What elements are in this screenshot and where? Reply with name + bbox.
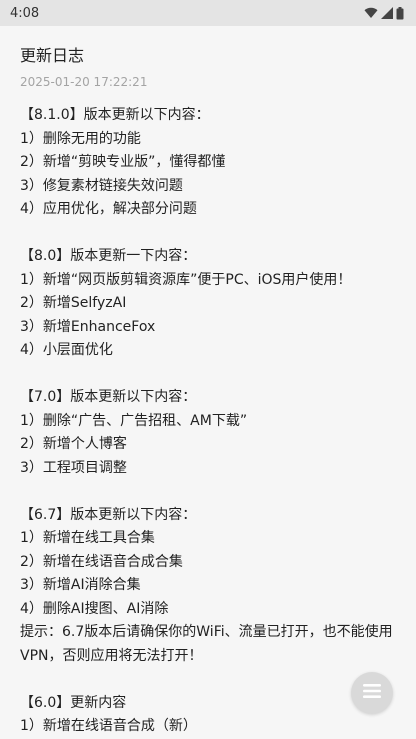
log-line: 【8.1.0】版本更新以下内容： [20,107,210,123]
menu-button[interactable] [351,672,393,714]
log-line: 【6.0】更新内容 [20,694,127,711]
battery-icon [396,6,404,20]
log-line: 【8.0】版本更新一下内容： [20,248,197,264]
log-line: 4）应用优化，解决部分问题 [20,201,197,217]
log-line: 1）删除“广告、广告招租、AM下载” [20,412,248,429]
page-title: 更新日志 [20,46,85,65]
log-line: 1）新增“网页版剪辑资源库”便于PC、iOS用户使用！ [20,271,352,288]
log-line: 2）新增SelfyzAI [20,295,127,311]
log-line: 1）新增在线语音合成（新） [20,718,197,734]
signal-icon [381,7,393,19]
log-line: 4）删除AI搜图、AI消除 [20,600,169,617]
log-line: 3）工程项目调整 [20,459,127,476]
log-line: 4）小层面优化 [20,342,113,358]
log-line: 2）新增个人博客 [20,436,127,452]
log-line: 【6.7】版本更新以下内容： [20,506,197,523]
log-line: 1）新增在线工具合集 [20,530,155,546]
log-line: 3）新增EnhanceFox [20,318,156,335]
status-bar: 4:08 [0,0,416,26]
update-date: 2025-01-20 17:22:21 [20,75,148,89]
log-line: 2）新增“剪映专业版”，懂得都懂 [20,154,226,170]
log-line: 3）新增AI消除合集 [20,577,141,593]
changelog-content: 更新日志 2025-01-20 17:22:21 【8.1.0】版本更新以下内容… [0,26,416,739]
log-line: 提示：6.7版本后请确保你的WiFi、流量已打开，也不能使用VPN，否则应用将无… [20,624,393,664]
wifi-icon [364,7,378,19]
changelog-list: 【8.1.0】版本更新以下内容： 1）删除无用的功能 2）新增“剪映专业版”，懂… [20,104,396,739]
log-line: 3）修复素材链接失效问题 [20,177,183,194]
status-icons [364,6,404,20]
log-line: 2）新增在线语音合成合集 [20,553,183,570]
menu-icon [363,683,381,703]
log-line: 1）删除无用的功能 [20,130,141,147]
log-line: 【7.0】版本更新以下内容： [20,389,197,405]
status-time: 4:08 [10,5,40,21]
